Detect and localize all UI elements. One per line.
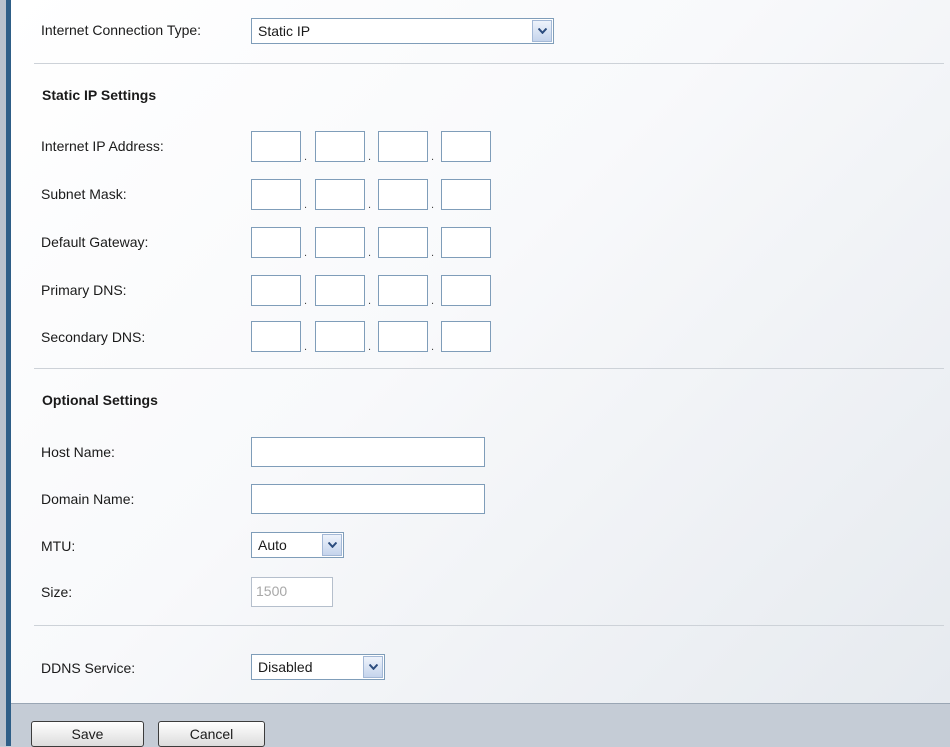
- section-divider: [34, 368, 944, 369]
- ip-octet-input[interactable]: [441, 179, 491, 210]
- ip-octet-input[interactable]: [378, 227, 428, 258]
- mtu-label: MTU:: [41, 538, 76, 554]
- primary-dns-label: Primary DNS:: [41, 282, 127, 298]
- ip-octet-input[interactable]: [378, 179, 428, 210]
- internet-ip-address-label: Internet IP Address:: [41, 138, 164, 154]
- ip-octet-input[interactable]: [251, 131, 301, 162]
- ip-octet-input[interactable]: [251, 321, 301, 352]
- static-ip-settings-header: Static IP Settings: [42, 87, 157, 103]
- ip-octet-input[interactable]: [251, 275, 301, 306]
- size-label: Size:: [41, 584, 73, 600]
- ip-dot-separator: .: [304, 341, 308, 353]
- ip-octet-input[interactable]: [441, 227, 491, 258]
- ddns-service-value: Disabled: [258, 659, 313, 675]
- cancel-button[interactable]: Cancel: [158, 721, 265, 747]
- ip-dot-separator: .: [368, 295, 372, 307]
- chevron-down-icon[interactable]: [363, 656, 383, 678]
- ip-dot-separator: .: [431, 151, 435, 163]
- ip-dot-separator: .: [368, 341, 372, 353]
- mtu-value: Auto: [258, 537, 287, 553]
- mtu-select[interactable]: Auto: [251, 532, 344, 558]
- host-name-input[interactable]: [251, 437, 485, 467]
- ip-octet-input[interactable]: [315, 321, 365, 352]
- ip-octet-input[interactable]: [378, 131, 428, 162]
- host-name-label: Host Name:: [41, 444, 115, 460]
- ip-octet-input[interactable]: [441, 321, 491, 352]
- ip-dot-separator: .: [431, 295, 435, 307]
- ip-octet-input[interactable]: [315, 227, 365, 258]
- section-divider: [34, 625, 944, 626]
- ip-octet-input[interactable]: [251, 179, 301, 210]
- ip-octet-input[interactable]: [315, 179, 365, 210]
- domain-name-input[interactable]: [251, 484, 485, 514]
- ip-octet-input[interactable]: [441, 131, 491, 162]
- ip-dot-separator: .: [304, 151, 308, 163]
- chevron-down-icon[interactable]: [322, 534, 342, 556]
- ip-dot-separator: .: [304, 199, 308, 211]
- ip-octet-input[interactable]: [441, 275, 491, 306]
- ddns-service-select[interactable]: Disabled: [251, 654, 385, 680]
- connection-type-select[interactable]: Static IP: [251, 18, 554, 44]
- ip-octet-input[interactable]: [315, 131, 365, 162]
- ip-dot-separator: .: [368, 151, 372, 163]
- ip-dot-separator: .: [304, 295, 308, 307]
- optional-settings-header: Optional Settings: [42, 392, 158, 408]
- ip-dot-separator: .: [368, 247, 372, 259]
- section-divider: [34, 63, 944, 64]
- ip-dot-separator: .: [431, 247, 435, 259]
- chevron-down-icon[interactable]: [532, 20, 552, 42]
- domain-name-label: Domain Name:: [41, 491, 135, 507]
- ip-octet-input[interactable]: [378, 321, 428, 352]
- secondary-dns-label: Secondary DNS:: [41, 329, 146, 345]
- save-button[interactable]: Save: [31, 721, 144, 747]
- left-frame-border: [0, 0, 11, 746]
- connection-type-value: Static IP: [258, 23, 311, 39]
- default-gateway-label: Default Gateway:: [41, 234, 149, 250]
- ip-dot-separator: .: [304, 247, 308, 259]
- ip-dot-separator: .: [431, 341, 435, 353]
- ip-octet-input[interactable]: [315, 275, 365, 306]
- ip-octet-input[interactable]: [378, 275, 428, 306]
- connection-type-label: Internet Connection Type:: [41, 22, 202, 38]
- subnet-mask-label: Subnet Mask:: [41, 186, 127, 202]
- ddns-service-label: DDNS Service:: [41, 660, 136, 676]
- ip-dot-separator: .: [431, 199, 435, 211]
- size-input[interactable]: 1500: [251, 577, 333, 607]
- ip-dot-separator: .: [368, 199, 372, 211]
- settings-panel: Internet Connection Type: Static IP Stat…: [11, 0, 950, 704]
- ip-octet-input[interactable]: [251, 227, 301, 258]
